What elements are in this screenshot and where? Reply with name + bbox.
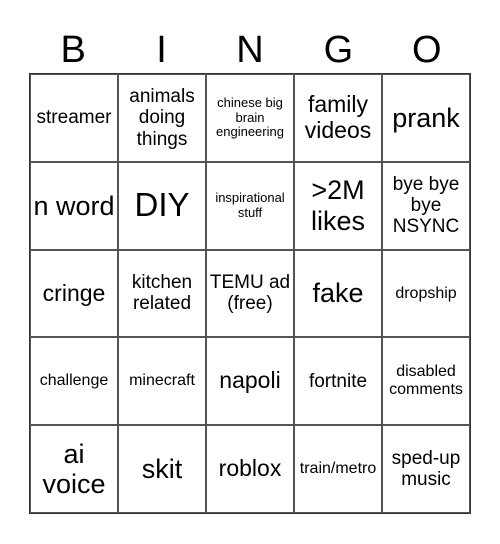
header-letter-o: O	[411, 29, 442, 71]
bingo-cell[interactable]: disabled comments	[382, 337, 470, 426]
bingo-cell[interactable]: prank	[382, 74, 470, 162]
bingo-cell[interactable]: TEMU ad (free)	[206, 249, 294, 338]
bingo-cell[interactable]: sped-up music	[382, 425, 470, 513]
bingo-cell[interactable]: n word	[30, 161, 118, 250]
header-letter-i: I	[156, 29, 167, 71]
bingo-cell[interactable]: skit	[118, 425, 206, 513]
bingo-cell[interactable]: napoli	[206, 337, 294, 426]
bingo-card-grid: streamer animals doing things chinese big …	[29, 73, 471, 514]
bingo-cell[interactable]: DIY	[118, 161, 206, 250]
bingo-cell[interactable]: minecraft	[118, 337, 206, 426]
bingo-cell[interactable]: chinese big brain engineering	[206, 74, 294, 162]
bingo-cell[interactable]: cringe	[30, 249, 118, 338]
bingo-cell[interactable]: train/metro	[294, 425, 382, 513]
header-letter-b: B	[60, 29, 86, 71]
bingo-cell[interactable]: inspirational stuff	[206, 161, 294, 250]
bingo-cell[interactable]: family videos	[294, 74, 382, 162]
bingo-cell[interactable]: roblox	[206, 425, 294, 513]
bingo-cell[interactable]: fake	[294, 249, 382, 338]
bingo-cell[interactable]: challenge	[30, 337, 118, 426]
bingo-cell[interactable]: ai voice	[30, 425, 118, 513]
bingo-cell[interactable]: kitchen related	[118, 249, 206, 338]
bingo-cell[interactable]: streamer	[30, 74, 118, 162]
bingo-header: B I N G O	[29, 28, 471, 72]
bingo-cell[interactable]: fortnite	[294, 337, 382, 426]
bingo-cell[interactable]: bye bye bye NSYNC	[382, 161, 470, 250]
bingo-cell[interactable]: dropship	[382, 249, 470, 338]
bingo-cell[interactable]: >2M likes	[294, 161, 382, 250]
bingo-cell[interactable]: animals doing things	[118, 74, 206, 162]
header-letter-n: N	[236, 29, 264, 71]
header-letter-g: G	[323, 29, 354, 71]
